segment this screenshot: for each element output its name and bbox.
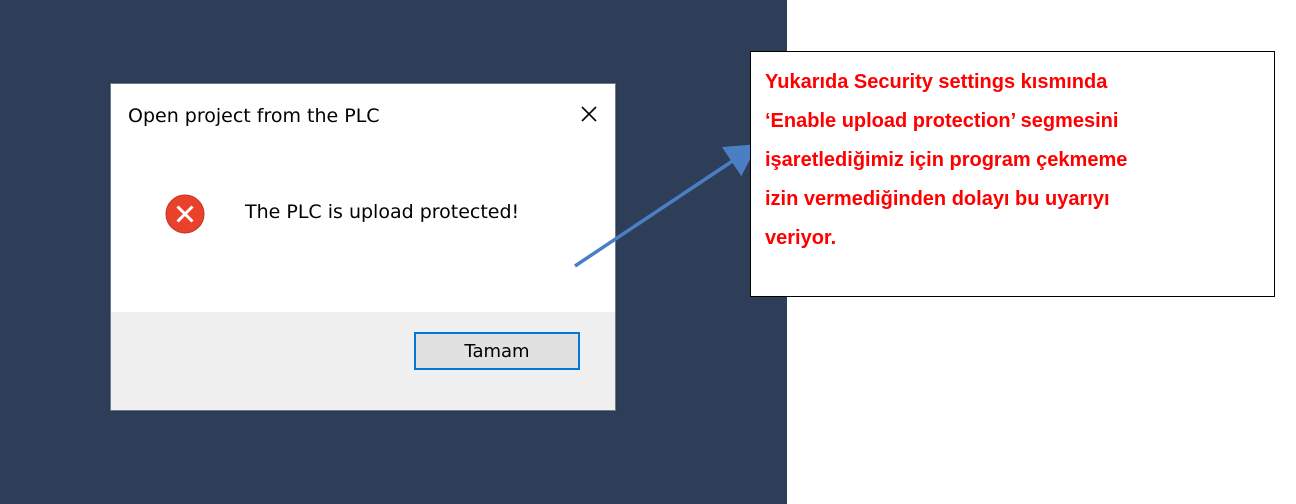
annotation-callout-box: Yukarıda Security settings kısmında ‘Ena… [750, 51, 1275, 297]
dialog-body: The PLC is upload protected! [111, 148, 615, 312]
close-icon [581, 106, 597, 122]
ok-button-label: Tamam [464, 340, 530, 362]
error-circle-x-icon [165, 194, 205, 234]
message-dialog: Open project from the PLC The PLC is upl… [110, 83, 616, 411]
close-button[interactable] [571, 96, 607, 132]
dialog-title: Open project from the PLC [128, 105, 380, 127]
annotation-callout-text: Yukarıda Security settings kısmında ‘Ena… [765, 71, 1128, 249]
dialog-footer: Tamam [111, 312, 615, 410]
dialog-message: The PLC is upload protected! [245, 201, 520, 223]
dialog-titlebar[interactable]: Open project from the PLC [111, 84, 615, 148]
ok-button[interactable]: Tamam [414, 332, 580, 370]
